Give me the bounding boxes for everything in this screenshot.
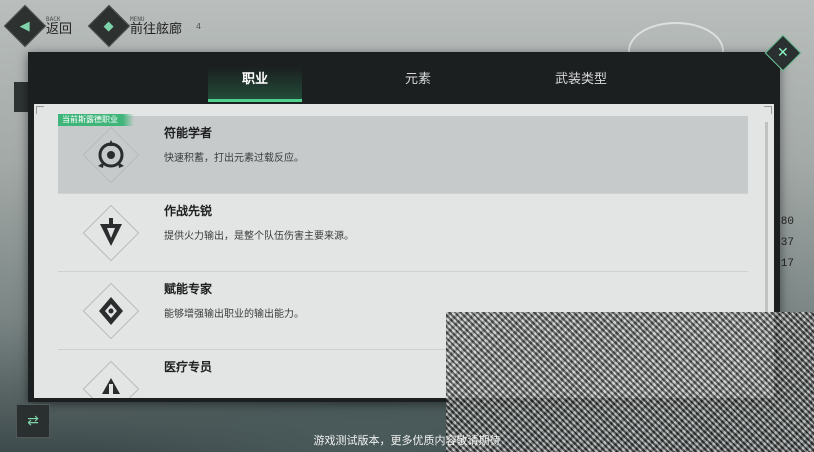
role-title: 符能学者 xyxy=(164,126,213,140)
gallery-badge: 4 xyxy=(196,21,202,31)
medic-icon xyxy=(82,360,140,398)
role-desc: 能够增强输出职业的输出能力。 xyxy=(164,309,304,320)
gallery-button[interactable]: ◆ MENU 前往舷廊 4 xyxy=(87,4,202,48)
back-label: 返回 xyxy=(46,21,73,37)
panel-corner xyxy=(36,106,44,114)
scholar-icon xyxy=(82,126,140,184)
stat-value: 37 xyxy=(780,237,794,249)
role-title: 作战先锐 xyxy=(164,204,213,218)
stat-value: 80 xyxy=(780,216,794,228)
footer-bar: 游戏测试版本，更多优质内容敬请期待 xyxy=(0,428,814,452)
stat-value: 17 xyxy=(780,258,794,270)
back-icon: ◀ xyxy=(3,4,47,48)
back-button[interactable]: ◀ BACK 返回 xyxy=(3,4,73,48)
tab-weapon-type[interactable]: 武装类型 xyxy=(534,52,628,102)
role-title: 赋能专家 xyxy=(164,282,213,296)
footer-notice: 游戏测试版本，更多优质内容敬请期待 xyxy=(313,434,501,447)
tab-bar: 职业 元素 武装类型 xyxy=(208,52,628,102)
role-title: 医疗专员 xyxy=(164,360,213,374)
sort-icon: ⇄ xyxy=(27,413,39,429)
role-desc: 提供火力输出，是整个队伍伤害主要来源。 xyxy=(164,231,354,242)
role-desc: 快速积蓄，打出元素过载反应。 xyxy=(164,153,304,164)
close-icon: ✕ xyxy=(777,44,789,61)
current-role-tag: 当前斯露德职业 xyxy=(58,114,134,126)
role-item-scholar[interactable]: 当前斯露德职业 符能学者 快速积蓄，打出元素过载反应。 xyxy=(58,114,748,194)
panel-corner xyxy=(764,106,772,114)
role-item-vanguard[interactable]: 作战先锐 提供火力输出，是整个队伍伤害主要来源。 xyxy=(58,194,748,272)
vanguard-icon xyxy=(82,204,140,262)
gallery-icon: ◆ xyxy=(87,4,131,48)
tab-role[interactable]: 职业 xyxy=(208,52,302,102)
side-marker xyxy=(14,82,28,112)
enabler-icon xyxy=(82,282,140,340)
gallery-label: 前往舷廊 xyxy=(130,21,183,37)
top-nav: ◀ BACK 返回 ◆ MENU 前往舷廊 4 xyxy=(3,4,202,48)
tab-element[interactable]: 元素 xyxy=(371,52,465,102)
